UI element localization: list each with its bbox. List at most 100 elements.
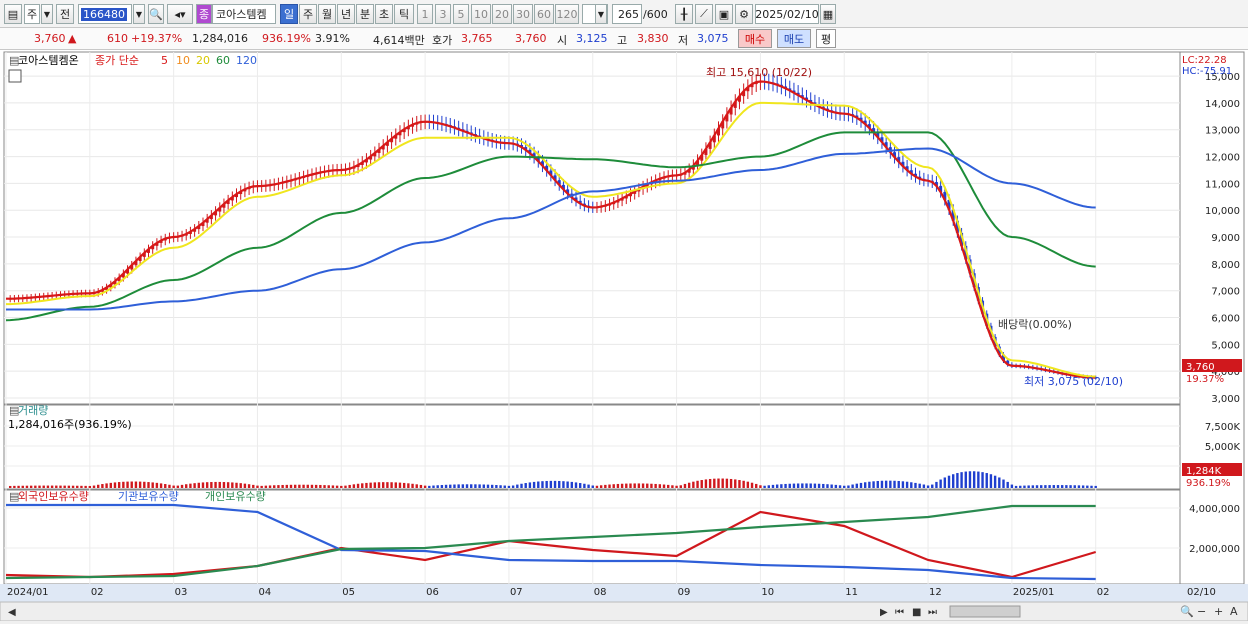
candle-icon[interactable]: ╂: [675, 4, 693, 24]
volume-bar: [398, 482, 402, 488]
volume-bar: [465, 484, 469, 488]
interval-3[interactable]: 3: [435, 4, 451, 24]
volume-bar: [243, 483, 247, 488]
scroll-last-icon[interactable]: ⏭: [928, 607, 937, 618]
volume-bar: [340, 485, 343, 488]
volume-bar: [499, 485, 502, 488]
volume-bar: [675, 485, 678, 488]
interval-5[interactable]: 5: [453, 4, 469, 24]
legend-institution: 기관보유수량: [118, 490, 179, 503]
count-input[interactable]: 265: [612, 4, 642, 24]
gear-icon[interactable]: ⚙: [735, 4, 753, 24]
volume-bar: [687, 482, 691, 488]
volume-bar: [335, 485, 339, 488]
holdings-tick-label: 4,000,000: [1189, 504, 1240, 515]
speaker-icon[interactable]: ◂▾: [167, 4, 193, 24]
volume-bar: [591, 485, 594, 488]
volume-bar: [344, 485, 347, 488]
zoom-in-icon[interactable]: +: [1214, 605, 1223, 618]
volume-bar: [285, 484, 289, 488]
volume-bar: [130, 481, 133, 488]
zoom-icon[interactable]: 🔍: [1180, 604, 1194, 618]
volume-bar: [260, 485, 263, 488]
interval-30[interactable]: 30: [513, 4, 533, 24]
period-tick[interactable]: 틱: [394, 4, 414, 24]
sell-button[interactable]: 매도: [777, 29, 811, 48]
volume-bar: [1031, 485, 1035, 488]
volume-bar: [796, 483, 800, 488]
volume-bar: [746, 481, 750, 488]
search-icon[interactable]: 🔍: [148, 4, 164, 24]
period-week[interactable]: 주: [299, 4, 317, 24]
volume-bar: [42, 485, 45, 488]
scroll-thumb[interactable]: [949, 605, 1021, 618]
high-label: 고: [617, 34, 628, 47]
volume-bar: [608, 484, 611, 488]
volume-bar: [872, 481, 875, 488]
scroll-right-icon[interactable]: ▶: [880, 607, 888, 618]
interval-1[interactable]: 1: [417, 4, 433, 24]
volume-bar: [935, 481, 938, 488]
chart-type-icon[interactable]: ⟋: [695, 4, 713, 24]
volume-bar: [1077, 485, 1081, 488]
volume-bar: [1014, 485, 1018, 488]
volume-bar: [755, 483, 758, 488]
interval-20[interactable]: 20: [492, 4, 512, 24]
date-input[interactable]: 2025/02/10: [755, 4, 819, 24]
volume-bar: [813, 483, 817, 488]
interval-60[interactable]: 60: [534, 4, 554, 24]
volume-bar: [113, 482, 117, 488]
hc-label: HC:-75.91: [1182, 66, 1232, 77]
volume-bar: [838, 485, 842, 488]
volume-bar: [708, 478, 712, 488]
volume-bar: [444, 484, 448, 488]
eval-button[interactable]: 평: [816, 29, 836, 48]
volume-bar: [914, 482, 917, 488]
volume-bar: [478, 484, 481, 488]
buy-button[interactable]: 매수: [738, 29, 772, 48]
scroll-first-icon[interactable]: ⏮: [895, 607, 904, 618]
save-icon[interactable]: ▣: [715, 4, 733, 24]
volume-bar: [1056, 485, 1060, 488]
scroll-left-icon[interactable]: ◀: [8, 607, 16, 618]
text-size-icon[interactable]: A: [1230, 605, 1238, 618]
open: 3,125: [576, 32, 608, 45]
volume-bar: [302, 484, 305, 488]
dividend-annotation: 배당락(0.00%): [998, 318, 1072, 331]
interval-10[interactable]: 10: [471, 4, 491, 24]
volume-bar: [884, 480, 888, 488]
volume-bar: [671, 485, 674, 488]
volume-bar: [411, 483, 414, 488]
volume-bar: [876, 480, 879, 488]
interval-dropdown-icon[interactable]: ▼: [595, 4, 607, 24]
market-type-dropdown-icon[interactable]: ▼: [41, 4, 53, 24]
stop-icon[interactable]: ■: [912, 607, 921, 618]
volume-bar: [92, 485, 96, 488]
code-dropdown-icon[interactable]: ▼: [133, 4, 145, 24]
menu-icon[interactable]: ▤: [4, 4, 22, 24]
period-month[interactable]: 월: [318, 4, 336, 24]
period-minute[interactable]: 분: [356, 4, 374, 24]
volume-bar: [507, 485, 511, 488]
volume-bar: [273, 485, 276, 488]
interval-120[interactable]: 120: [555, 4, 579, 24]
calendar-icon[interactable]: ▦: [820, 4, 836, 24]
period-day[interactable]: 일: [280, 4, 298, 24]
volume-bar: [159, 483, 163, 488]
stock-code-input[interactable]: 166480: [78, 4, 132, 24]
zoom-out-icon[interactable]: −: [1197, 605, 1206, 618]
grid-toggle-icon[interactable]: [8, 69, 22, 83]
volume-bar: [646, 483, 649, 488]
prefix-button[interactable]: 전: [56, 4, 74, 24]
toolbar: ▤ 주 ▼ 전 166480 ▼ 🔍 ◂▾ 종 코아스템켐 일 주 월 년 분 …: [0, 0, 1248, 28]
y-tick-label: 12,000: [1205, 153, 1240, 164]
volume-bar: [868, 481, 871, 488]
period-second[interactable]: 초: [375, 4, 393, 24]
market-type-select[interactable]: 주: [24, 4, 40, 24]
legend-individual: 개인보유수량: [205, 490, 266, 503]
scroll-bar[interactable]: [0, 601, 1248, 622]
volume-bar: [327, 485, 330, 488]
volume-bar: [348, 484, 351, 488]
volume-bar: [570, 481, 574, 488]
period-year[interactable]: 년: [337, 4, 355, 24]
